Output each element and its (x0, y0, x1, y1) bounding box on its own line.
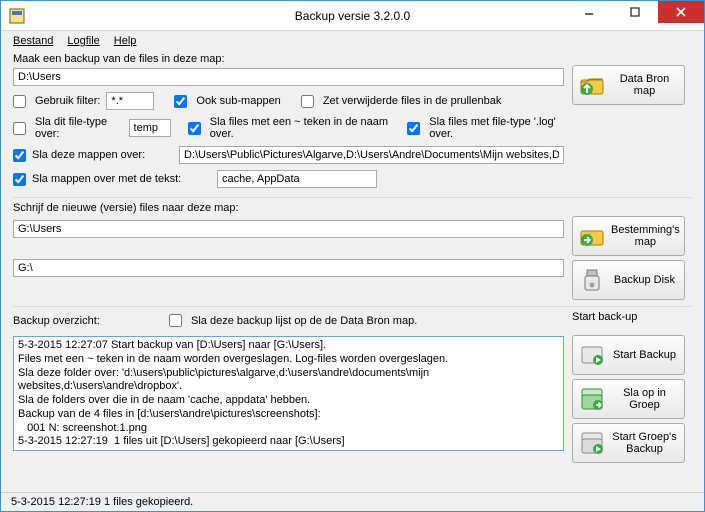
disk-path-input[interactable] (13, 259, 564, 277)
skip-folders-input[interactable] (179, 146, 564, 164)
overview-heading: Backup overzicht: (13, 315, 163, 327)
dest-path-input[interactable] (13, 220, 564, 238)
dest-browse-label: Bestemming's map (611, 224, 680, 248)
skip-name-contains-input[interactable] (217, 170, 377, 188)
menu-help[interactable]: Help (114, 35, 137, 47)
minimize-button[interactable] (566, 1, 612, 23)
window-controls (566, 1, 704, 23)
save-list-label: Sla deze backup lijst op de de Data Bron… (191, 315, 417, 327)
start-group-button[interactable]: Start Groep's Backup (572, 423, 685, 463)
menu-logfile[interactable]: Logfile (67, 35, 99, 47)
save-group-label: Sla op in Groep (611, 387, 678, 411)
source-browse-button[interactable]: Data Bron map (572, 65, 685, 105)
save-group-icon (579, 386, 605, 412)
save-list-checkbox[interactable] (169, 314, 182, 327)
dest-browse-button[interactable]: Bestemming's map (572, 216, 685, 256)
filter-input[interactable] (106, 92, 154, 110)
use-filter-checkbox[interactable] (13, 95, 26, 108)
start-backup-button[interactable]: Start Backup (572, 335, 685, 375)
subfolders-label: Ook sub-mappen (196, 95, 280, 107)
divider-2 (13, 306, 692, 307)
titlebar: Backup versie 3.2.0.0 (1, 1, 704, 31)
skip-filetype-label: Sla dit file-type over: (35, 116, 123, 140)
skip-log-checkbox[interactable] (407, 122, 420, 135)
usb-disk-icon (579, 267, 605, 293)
menubar: Bestand Logfile Help (1, 31, 704, 47)
skip-folders-checkbox[interactable] (13, 149, 26, 162)
menu-bestand[interactable]: Bestand (13, 35, 53, 47)
app-icon (9, 8, 25, 24)
start-backup-label: Start Backup (611, 349, 678, 361)
dest-heading: Schrijf de nieuwe (versie) files naar de… (13, 202, 564, 214)
maximize-button[interactable] (612, 1, 658, 23)
skip-tilde-label: Sla files met een ~ teken in de naam ove… (210, 116, 390, 140)
log-output[interactable]: 5-3-2015 12:27:07 Start backup van [D:\U… (13, 336, 564, 451)
skip-name-contains-label: Sla mappen over met de tekst: (32, 173, 181, 185)
app-window: Backup versie 3.2.0.0 Bestand Logfile He… (0, 0, 705, 512)
skip-filetype-checkbox[interactable] (13, 122, 26, 135)
backup-disk-label: Backup Disk (611, 274, 678, 286)
recycle-checkbox[interactable] (301, 95, 314, 108)
folder-up-icon (579, 72, 605, 98)
close-button[interactable] (658, 1, 704, 23)
start-group-label: Start Groep's Backup (611, 431, 678, 455)
start-heading: Start back-up (572, 311, 692, 323)
divider (13, 197, 692, 198)
skip-name-contains-checkbox[interactable] (13, 173, 26, 186)
source-path-input[interactable] (13, 68, 564, 86)
skip-folders-label: Sla deze mappen over: (32, 149, 145, 161)
skip-filetype-input[interactable] (129, 119, 171, 137)
start-group-icon (579, 430, 605, 456)
start-backup-icon (579, 342, 605, 368)
use-filter-label: Gebruik filter: (35, 95, 100, 107)
skip-log-label: Sla files met file-type '.log' over. (429, 116, 564, 140)
backup-disk-button[interactable]: Backup Disk (572, 260, 685, 300)
source-heading: Maak een backup van de files in deze map… (13, 53, 564, 65)
save-group-button[interactable]: Sla op in Groep (572, 379, 685, 419)
folder-right-icon (579, 223, 605, 249)
statusbar: 5-3-2015 12:27:19 1 files gekopieerd. (1, 492, 704, 511)
skip-tilde-checkbox[interactable] (188, 122, 201, 135)
subfolders-checkbox[interactable] (174, 95, 187, 108)
recycle-label: Zet verwijderde files in de prullenbak (323, 95, 502, 107)
source-browse-label: Data Bron map (611, 73, 678, 97)
